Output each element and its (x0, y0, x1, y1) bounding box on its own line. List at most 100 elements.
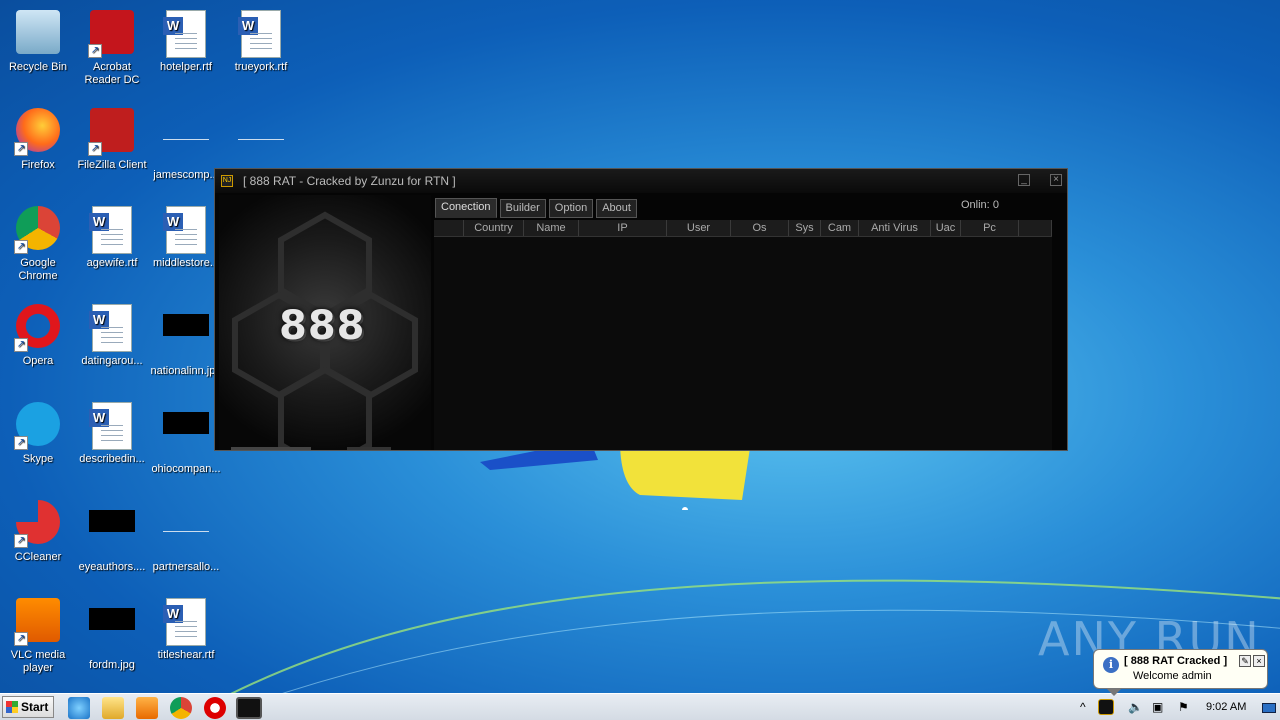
desktop-icon-label: hotelper.rtf (160, 61, 212, 73)
panel-bar (347, 447, 391, 450)
close-button[interactable]: × (1050, 174, 1062, 186)
action-center-flag-icon[interactable]: ⚑ (1178, 694, 1189, 720)
desktop-icon[interactable]: fordm.jpg (74, 592, 150, 672)
connections-table[interactable]: Country Name IP User Os Sys Cam Anti Virus Uac Pc (434, 220, 1052, 450)
column-header[interactable]: Os (731, 220, 789, 236)
network-icon[interactable]: ▣ (1152, 694, 1163, 720)
column-header[interactable]: Cam (821, 220, 859, 236)
online-counter: Onlin: 0 (961, 199, 999, 211)
word-doc-icon: W (162, 206, 210, 254)
column-header[interactable]: IP (579, 220, 667, 236)
desktop-icon[interactable]: ↗ Opera (0, 298, 76, 368)
column-header[interactable]: Uac (931, 220, 961, 236)
balloon-options-icon[interactable]: ✎ (1239, 655, 1251, 667)
word-doc-icon: W (162, 598, 210, 646)
desktop-icon-label: datingarou... (81, 355, 143, 367)
shortcut-arrow-icon: ↗ (14, 338, 28, 352)
column-header[interactable] (1019, 220, 1052, 236)
filezilla-icon: ↗ (88, 108, 136, 156)
column-header[interactable]: Sys (789, 220, 821, 236)
desktop-icon[interactable]: Wmiddlestore... (148, 200, 224, 270)
desktop-icon[interactable]: ↗ Google Chrome (0, 200, 76, 283)
rat-window[interactable]: NJ [ 888 RAT - Cracked by Zunzu for RTN … (214, 168, 1068, 451)
desktop-icon[interactable]: ↗ Skype (0, 396, 76, 466)
image-thumb-icon (162, 412, 210, 460)
tab-builder[interactable]: Builder (499, 199, 546, 218)
desktop-icon-label: middlestore... (152, 257, 220, 269)
volume-icon[interactable]: 🔈 (1128, 694, 1143, 720)
desktop-icon-label: titleshear.rtf (157, 649, 215, 661)
desktop-icon[interactable]: ↗ CCleaner (0, 494, 76, 564)
shortcut-arrow-icon: ↗ (14, 632, 28, 646)
desktop-icon-label: trueyork.rtf (234, 61, 288, 73)
balloon-message: Welcome admin (1133, 670, 1212, 682)
desktop-icon[interactable]: ↗ Firefox (0, 102, 76, 172)
desktop-icon-label: VLC media player (10, 649, 66, 674)
balloon-tail (1106, 688, 1122, 696)
desktop-icon[interactable]: ohiocompan... (148, 396, 224, 476)
minimize-button[interactable]: _ (1018, 174, 1030, 186)
panel-bar (231, 447, 311, 450)
ie-icon[interactable] (68, 697, 90, 719)
balloon-title: [ 888 RAT Cracked ] (1124, 655, 1228, 667)
desktop-icon[interactable]: Recycle Bin (0, 4, 76, 74)
column-header[interactable]: Country (464, 220, 524, 236)
blank-file-icon (162, 510, 210, 558)
desktop-icon-label: Acrobat Reader DC (84, 61, 140, 86)
balloon-close-button[interactable]: × (1253, 655, 1265, 667)
desktop-icon[interactable]: ↗ VLC media player (0, 592, 76, 675)
opera-taskbar-icon[interactable] (204, 697, 226, 719)
tab-conection[interactable]: Conection (435, 198, 497, 218)
notification-balloon[interactable]: i [ 888 RAT Cracked ] Welcome admin ✎ × (1093, 649, 1268, 696)
desktop-icon-label: CCleaner (14, 551, 62, 563)
tab-about[interactable]: About (596, 199, 637, 218)
desktop-icon[interactable]: ↗ Acrobat Reader DC (74, 4, 150, 87)
media-player-icon[interactable] (136, 697, 158, 719)
desktop-icon[interactable]: Wtitleshear.rtf (148, 592, 224, 662)
desktop-icon[interactable]: Wdescribedin... (74, 396, 150, 466)
firefox-icon: ↗ (14, 108, 62, 156)
word-doc-icon: W (88, 304, 136, 352)
logo-888: 888 (279, 303, 366, 349)
show-desktop-button[interactable] (1262, 703, 1276, 713)
tray-expand-icon[interactable]: ^ (1080, 694, 1086, 720)
desktop-icon-label: fordm.jpg (89, 659, 135, 671)
shortcut-arrow-icon: ↗ (88, 142, 102, 156)
desktop-icon[interactable]: eyeauthors.... (74, 494, 150, 574)
windows-flag-icon (6, 701, 18, 713)
desktop-icon[interactable]: partnersallo... (148, 494, 224, 574)
column-header[interactable]: Anti Virus (859, 220, 931, 236)
chrome-icon: ↗ (14, 206, 62, 254)
desktop-icon-label: Recycle Bin (8, 61, 68, 73)
skype-icon: ↗ (14, 402, 62, 450)
tab-strip: Conection Builder Option About (435, 198, 637, 218)
desktop-icon[interactable]: nationalinn.jpg (148, 298, 224, 378)
vlc-icon: ↗ (14, 598, 62, 646)
acrobat-icon: ↗ (88, 10, 136, 58)
desktop-icon[interactable]: Wdatingarou... (74, 298, 150, 368)
column-header[interactable] (434, 220, 464, 236)
shortcut-arrow-icon: ↗ (88, 44, 102, 58)
desktop-icon-label: Opera (22, 355, 54, 367)
column-header[interactable]: Pc (961, 220, 1019, 236)
desktop-icon[interactable]: Wagewife.rtf (74, 200, 150, 270)
desktop-icon[interactable]: ↗ FileZilla Client (74, 102, 150, 172)
rat-taskbar-button[interactable] (236, 697, 262, 719)
word-doc-icon: W (162, 10, 210, 58)
chrome-taskbar-icon[interactable] (170, 697, 192, 719)
word-doc-icon: W (88, 402, 136, 450)
column-header[interactable]: Name (524, 220, 579, 236)
desktop-icon[interactable]: Whotelper.rtf (148, 4, 224, 74)
column-header[interactable]: User (667, 220, 731, 236)
explorer-icon[interactable] (102, 697, 124, 719)
desktop-icon[interactable]: Wtrueyork.rtf (223, 4, 299, 74)
tab-option[interactable]: Option (548, 199, 594, 218)
clock[interactable]: 9:02 AM (1206, 694, 1246, 720)
rat-tray-icon[interactable] (1098, 699, 1114, 715)
desktop-icon-label: FileZilla Client (77, 159, 147, 171)
start-button[interactable]: Start (2, 696, 54, 718)
desktop-icon[interactable]: jamescomp... (148, 102, 224, 182)
image-thumb-icon (88, 608, 136, 656)
window-titlebar[interactable]: NJ [ 888 RAT - Cracked by Zunzu for RTN … (215, 169, 1067, 193)
desktop-icon-label: Google Chrome (18, 257, 58, 282)
